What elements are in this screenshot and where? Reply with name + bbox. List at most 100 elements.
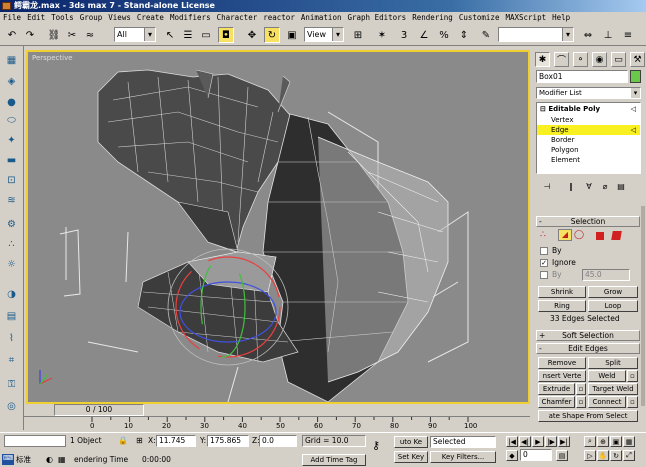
configure-sets-icon[interactable]: ▤	[614, 180, 628, 193]
zoom-extents-all-icon[interactable]: ▦	[623, 436, 635, 447]
edit-edges-rollout-header[interactable]: - Edit Edges	[536, 343, 640, 354]
y-coordinate-field[interactable]: 175.865	[207, 435, 249, 447]
layer-manager-icon[interactable]: ≡	[620, 27, 636, 43]
extrude-settings-button[interactable]: ▫	[576, 383, 586, 395]
mirror-icon[interactable]: ⇔	[580, 27, 596, 43]
stack-item-element[interactable]: Element	[537, 155, 640, 165]
connect-button[interactable]: Connect	[588, 396, 626, 408]
set-key-button[interactable]: Set Key	[394, 451, 428, 463]
x-coordinate-field[interactable]: 11.745	[156, 435, 196, 447]
rigid-body-icon[interactable]: ▤	[3, 308, 20, 325]
zoom-icon[interactable]: ⌕	[584, 436, 596, 447]
play-icon[interactable]: ▶	[532, 436, 544, 447]
stack-item-vertex[interactable]: Vertex	[537, 115, 640, 125]
menu-reactor[interactable]: reactor	[260, 13, 298, 22]
menu-animation[interactable]: Animation	[298, 13, 345, 22]
add-time-tag-button[interactable]: Add Time Tag	[302, 454, 366, 466]
cylinder-icon[interactable]: ⬭	[3, 112, 20, 129]
undo-icon[interactable]: ↶	[4, 27, 20, 43]
lock-selection-icon[interactable]: 🔒	[118, 436, 128, 445]
pivot-center-icon[interactable]: ⊞	[350, 27, 366, 43]
make-unique-icon[interactable]: ∀	[582, 180, 596, 193]
utilities-tab-icon[interactable]: ⚒	[630, 52, 645, 67]
systems-icon[interactable]: ⚙	[3, 216, 20, 233]
menu-character[interactable]: Character	[214, 13, 261, 22]
menu-graph-editors[interactable]: Graph Editors	[344, 13, 409, 22]
select-and-rotate-icon[interactable]: ↻	[264, 27, 280, 43]
object-name-field[interactable]: Box01	[536, 70, 628, 83]
window-crossing-icon[interactable]: ◘	[218, 27, 234, 43]
reactor-icon[interactable]: ◑	[3, 286, 20, 303]
stack-item-border[interactable]: Border	[537, 135, 640, 145]
modifier-list-dropdown[interactable]: Modifier List	[536, 87, 641, 99]
show-end-result-icon[interactable]: ‖	[564, 180, 578, 193]
shrink-button[interactable]: Shrink	[538, 286, 586, 298]
ring-button[interactable]: Ring	[538, 300, 586, 312]
arc-rotate-icon[interactable]: ↻	[610, 450, 622, 461]
create-shape-button[interactable]: ate Shape From Select	[538, 410, 638, 422]
go-to-start-icon[interactable]: |◀	[506, 436, 518, 447]
key-mode-toggle-icon[interactable]: ◆	[506, 450, 518, 461]
go-to-end-icon[interactable]: ▶|	[558, 436, 570, 447]
dynamics-icon[interactable]: ☼	[3, 256, 20, 273]
ime-punctuation-icon[interactable]: ◐	[46, 455, 53, 464]
menu-create[interactable]: Create	[134, 13, 167, 22]
split-button[interactable]: Split	[588, 357, 638, 369]
time-slider-track[interactable]: 0 / 100	[24, 404, 530, 416]
bind-space-warp-icon[interactable]: ≈	[82, 27, 98, 43]
select-by-name-icon[interactable]: ☰	[180, 27, 196, 43]
select-object-icon[interactable]: ↖	[162, 27, 178, 43]
menu-views[interactable]: Views	[105, 13, 134, 22]
menu-file[interactable]: File	[0, 13, 24, 22]
by-angle-checkbox[interactable]	[540, 271, 548, 279]
ime-mode-label[interactable]: 标准	[16, 454, 31, 465]
modify-tab-icon[interactable]: ⌒	[554, 52, 569, 67]
stack-item-editable-poly[interactable]: ⊟ Editable Poly ◁	[537, 104, 640, 114]
unlink-icon[interactable]: ✂	[64, 27, 80, 43]
loop-button[interactable]: Loop	[588, 300, 638, 312]
object-color-swatch[interactable]	[630, 70, 641, 83]
edit-named-selection-icon[interactable]: ✎	[478, 27, 494, 43]
field-of-view-icon[interactable]: ▷	[584, 450, 596, 461]
sphere-icon[interactable]: ●	[3, 94, 20, 111]
current-frame-field[interactable]: 0	[520, 449, 552, 461]
create-tab-icon[interactable]: ✱	[535, 52, 550, 67]
previous-frame-icon[interactable]: ◀|	[519, 436, 531, 447]
rectangular-selection-icon[interactable]: ▭	[198, 27, 214, 43]
menu-customize[interactable]: Customize	[456, 13, 503, 22]
ignore-backfacing-checkbox[interactable]: ✓	[540, 259, 548, 267]
time-slider[interactable]: 0 / 100	[54, 404, 144, 416]
key-icon[interactable]: ⚷	[372, 439, 380, 452]
timeline-ruler[interactable]: 0 10 20 30 40 50 60 70 80 90 100	[24, 416, 530, 432]
spinner-snap-icon[interactable]: ⇕	[456, 27, 472, 43]
menu-edit[interactable]: Edit	[24, 13, 48, 22]
spacewarp-icon[interactable]: ≋	[3, 192, 20, 209]
stack-item-polygon[interactable]: Polygon	[537, 145, 640, 155]
display-tab-icon[interactable]: ▭	[611, 52, 626, 67]
named-selection-dropdown[interactable]	[498, 27, 574, 42]
extrude-button[interactable]: Extrude	[538, 383, 575, 395]
chamfer-button[interactable]: Chamfer	[538, 396, 575, 408]
reference-coordinate-dropdown[interactable]: View	[304, 27, 344, 42]
rope-icon[interactable]: ⌗	[3, 352, 20, 369]
maxscript-listener[interactable]	[4, 435, 66, 447]
by-vertex-checkbox[interactable]	[540, 247, 548, 255]
hierarchy-tab-icon[interactable]: ⚬	[573, 52, 588, 67]
camera-icon[interactable]: ▬	[3, 152, 20, 169]
ime-icon[interactable]: ⌨	[2, 454, 14, 465]
zoom-extents-icon[interactable]: ▣	[610, 436, 622, 447]
menu-tools[interactable]: Tools	[48, 13, 77, 22]
select-and-manipulate-icon[interactable]: ✶	[374, 27, 390, 43]
select-and-scale-icon[interactable]: ▣	[284, 27, 300, 43]
z-coordinate-field[interactable]: 0.0	[259, 435, 297, 447]
geometry-icon[interactable]: ▦	[3, 52, 20, 69]
chamfer-settings-button[interactable]: ▫	[576, 396, 586, 408]
shape-icon[interactable]: ◈	[3, 73, 20, 90]
zoom-all-icon[interactable]: ⊕	[597, 436, 609, 447]
constraint-icon[interactable]: ⚿	[3, 376, 20, 393]
target-weld-button[interactable]: Target Weld	[588, 383, 638, 395]
redo-icon[interactable]: ↷	[22, 27, 38, 43]
particle-icon[interactable]: ∴	[3, 236, 20, 253]
edge-mode-icon[interactable]: ◢	[558, 229, 572, 241]
menu-rendering[interactable]: Rendering	[409, 13, 456, 22]
